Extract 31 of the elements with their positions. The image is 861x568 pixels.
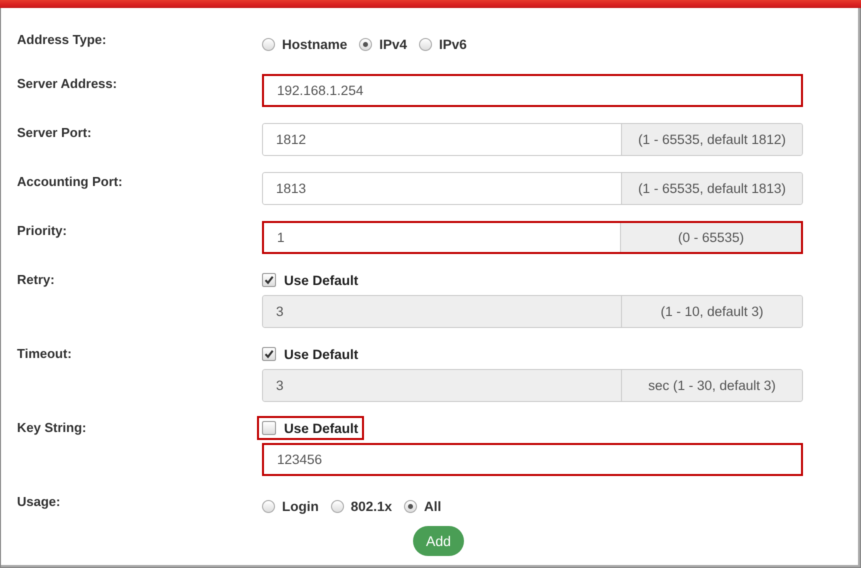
field-hint: (1 - 65535, default 1813) bbox=[621, 173, 802, 204]
radio-option[interactable]: IPv4 bbox=[359, 36, 410, 52]
field-hint: (1 - 10, default 3) bbox=[621, 296, 802, 327]
field-label: Usage: bbox=[17, 493, 62, 509]
field-label: Key String: bbox=[17, 419, 88, 435]
radio-button[interactable] bbox=[419, 38, 432, 50]
use-default-checkbox[interactable]: Use Default bbox=[257, 416, 364, 440]
field-hint: (1 - 65535, default 1812) bbox=[621, 124, 802, 155]
radio-option[interactable]: All bbox=[404, 498, 444, 514]
field-label: Priority: bbox=[17, 222, 68, 238]
checkbox[interactable] bbox=[262, 421, 276, 435]
field-label: Address Type: bbox=[17, 31, 108, 47]
input-group[interactable]: 1 (0 - 65535) bbox=[262, 221, 803, 254]
radio-button[interactable] bbox=[330, 500, 344, 512]
radio-button[interactable] bbox=[359, 38, 372, 50]
field-hint: sec (1 - 30, default 3) bbox=[621, 370, 802, 401]
radio-button[interactable] bbox=[262, 38, 275, 50]
radio-option[interactable]: IPv6 bbox=[419, 36, 469, 52]
input-group[interactable]: 1813 (1 - 65535, default 1813) bbox=[262, 172, 803, 205]
radio-button[interactable] bbox=[262, 500, 275, 512]
field-label: Accounting Port: bbox=[17, 173, 124, 189]
radio-option[interactable]: Login bbox=[262, 498, 321, 514]
field-label: Server Address: bbox=[17, 75, 118, 91]
radio-button[interactable] bbox=[404, 500, 418, 512]
field-label: Timeout: bbox=[17, 345, 73, 361]
field-label: Server Port: bbox=[17, 124, 92, 140]
input-group[interactable]: 1812 (1 - 65535, default 1812) bbox=[262, 123, 803, 156]
field-label: Retry: bbox=[17, 271, 56, 287]
radio-option[interactable]: Hostname bbox=[262, 36, 350, 52]
radio-option[interactable]: 802.1x bbox=[330, 498, 394, 514]
field-hint: (0 - 65535) bbox=[620, 223, 801, 252]
